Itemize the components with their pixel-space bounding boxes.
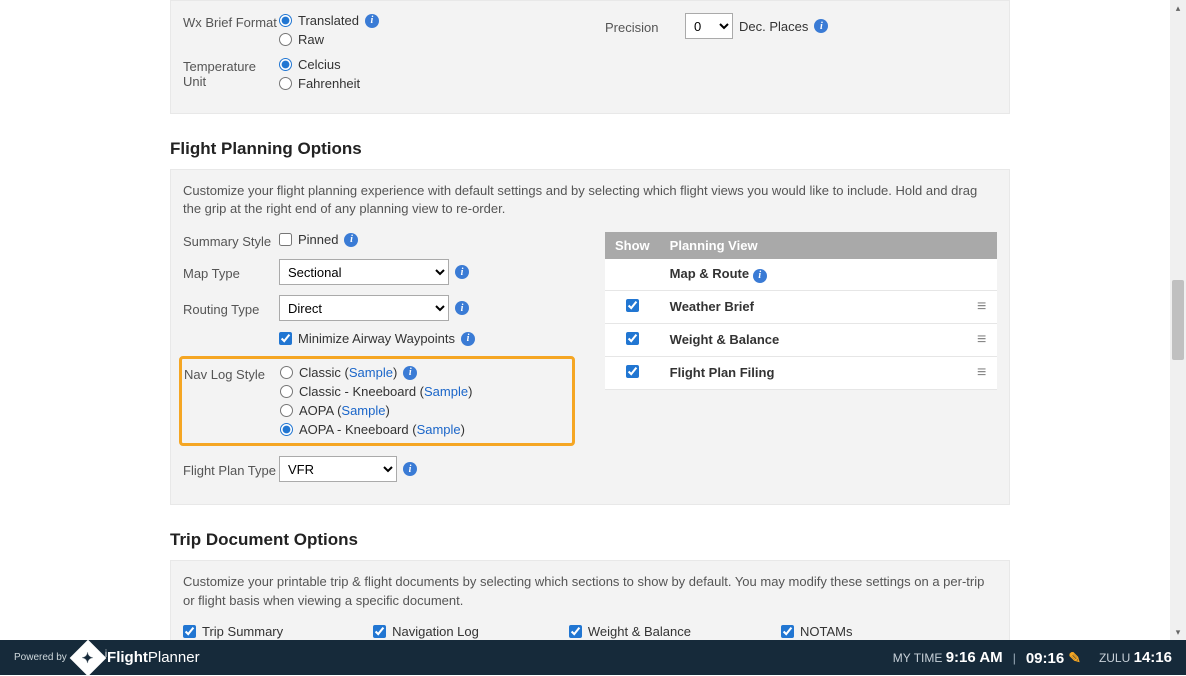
pinned-checkbox[interactable] (279, 233, 292, 246)
display-settings-box: Wx Brief Format Translated i Raw (170, 0, 1010, 114)
nls-classic-kb-radio[interactable] (280, 385, 293, 398)
navigation-log-checkbox[interactable] (373, 625, 386, 638)
temp-celcius-label: Celcius (298, 57, 341, 72)
col-planning-view: Planning View (660, 232, 967, 259)
zulu-value: 14:16 (1134, 649, 1172, 666)
footer-bar: Powered by ✦ iFlightPlanner MY TIME 9:16… (0, 640, 1186, 675)
drag-grip-icon[interactable]: ≡ (977, 298, 984, 315)
col-show: Show (605, 232, 660, 259)
main-scroll-viewport[interactable]: Wx Brief Format Translated i Raw (0, 0, 1170, 640)
info-icon[interactable]: i (461, 332, 475, 346)
scroll-down-arrow-icon[interactable]: ▾ (1170, 624, 1186, 640)
scrollbar-thumb[interactable] (1172, 280, 1184, 360)
temp-fahrenheit-label: Fahrenheit (298, 76, 360, 91)
wx-translated-radio[interactable] (279, 14, 292, 27)
wx-raw-option[interactable]: Raw (279, 32, 379, 47)
table-row: Weather Brief ≡ (605, 290, 997, 323)
flight-planning-box: Customize your flight planning experienc… (170, 169, 1010, 505)
scroll-up-arrow-icon[interactable]: ▴ (1170, 0, 1186, 16)
temp-fahrenheit-option[interactable]: Fahrenheit (279, 76, 360, 91)
notams-checkbox[interactable] (781, 625, 794, 638)
map-type-label: Map Type (183, 264, 279, 281)
nls-aopa-option[interactable]: AOPA (Sample) (280, 403, 472, 418)
table-row: Flight Plan Filing ≡ (605, 356, 997, 389)
info-icon[interactable]: i (403, 462, 417, 476)
show-weight-balance-checkbox[interactable] (626, 332, 639, 345)
table-row: Weight & Balance ≡ (605, 323, 997, 356)
nls-aopa-kb-radio[interactable] (280, 423, 293, 436)
trip-docs-heading: Trip Document Options (170, 530, 1010, 550)
powered-by-label: Powered by (14, 653, 67, 663)
wx-brief-label: Wx Brief Format (183, 13, 279, 30)
sample-link[interactable]: Sample (417, 422, 461, 437)
notams-option[interactable]: NOTAMs (781, 624, 852, 639)
edit-pencil-icon[interactable]: ✎ (1068, 650, 1081, 667)
minimize-waypoints-checkbox[interactable] (279, 332, 292, 345)
nls-classic-kneeboard-option[interactable]: Classic - Kneeboard (Sample) (280, 384, 472, 399)
trip-summary-checkbox[interactable] (183, 625, 196, 638)
iflightplanner-logo[interactable]: ✦ iFlightPlanner (75, 645, 200, 671)
trip-summary-option[interactable]: Trip Summary (183, 624, 283, 639)
summary-style-label: Summary Style (183, 232, 279, 249)
show-flight-plan-filing-checkbox[interactable] (626, 365, 639, 378)
wx-translated-label: Translated (298, 13, 359, 28)
minimize-waypoints-label: Minimize Airway Waypoints (298, 331, 455, 346)
nls-aopa-kneeboard-option[interactable]: AOPA - Kneeboard (Sample) (280, 422, 472, 437)
nav-log-style-highlight: Nav Log Style Classic (Sample) i Classic… (179, 356, 575, 446)
info-icon[interactable]: i (814, 19, 828, 33)
show-weather-brief-checkbox[interactable] (626, 299, 639, 312)
drag-grip-icon[interactable]: ≡ (977, 364, 984, 381)
weight-balance-doc-checkbox[interactable] (569, 625, 582, 638)
pinned-label: Pinned (298, 232, 338, 247)
minimize-waypoints-option[interactable]: Minimize Airway Waypoints i (279, 331, 475, 346)
info-icon[interactable]: i (753, 269, 767, 283)
routing-type-select[interactable]: Direct (279, 295, 449, 321)
nls-classic-option[interactable]: Classic (Sample) i (280, 365, 472, 380)
flight-planning-help: Customize your flight planning experienc… (183, 182, 997, 218)
temperature-label: Temperature Unit (183, 57, 279, 89)
precision-label: Precision (605, 18, 685, 35)
pinned-option[interactable]: Pinned i (279, 232, 358, 247)
wx-translated-option[interactable]: Translated i (279, 13, 379, 28)
mytime-value: 9:16 AM (946, 649, 1003, 666)
drag-grip-icon[interactable]: ≡ (977, 331, 984, 348)
mytime-24h: 09:16 ✎ (1026, 649, 1081, 667)
planning-views-table: Show Planning View Map & Route i (605, 232, 997, 390)
sample-link[interactable]: Sample (349, 365, 393, 380)
precision-suffix: Dec. Places (739, 19, 808, 34)
wx-raw-label: Raw (298, 32, 324, 47)
precision-select[interactable]: 0 (685, 13, 733, 39)
trip-docs-help: Customize your printable trip & flight d… (183, 573, 997, 609)
nav-log-style-label: Nav Log Style (184, 365, 280, 382)
flight-plan-type-select[interactable]: VFR (279, 456, 397, 482)
nls-aopa-radio[interactable] (280, 404, 293, 417)
navigation-log-option[interactable]: Navigation Log (373, 624, 479, 639)
info-icon[interactable]: i (403, 366, 417, 380)
zulu-label: ZULU (1099, 651, 1130, 665)
info-icon[interactable]: i (455, 301, 469, 315)
map-type-select[interactable]: Sectional (279, 259, 449, 285)
info-icon[interactable]: i (344, 233, 358, 247)
nls-classic-radio[interactable] (280, 366, 293, 379)
weight-balance-doc-option[interactable]: Weight & Balance (569, 624, 691, 639)
temp-fahrenheit-radio[interactable] (279, 77, 292, 90)
mytime-label: MY TIME (893, 651, 943, 665)
wx-raw-radio[interactable] (279, 33, 292, 46)
routing-type-label: Routing Type (183, 300, 279, 317)
temp-celcius-option[interactable]: Celcius (279, 57, 360, 72)
temp-celcius-radio[interactable] (279, 58, 292, 71)
logo-diamond-icon: ✦ (69, 639, 106, 676)
table-row: Map & Route i (605, 259, 997, 290)
flight-plan-type-label: Flight Plan Type (183, 461, 279, 478)
sample-link[interactable]: Sample (424, 384, 468, 399)
vertical-scrollbar[interactable]: ▴ ▾ (1170, 0, 1186, 640)
trip-docs-box: Customize your printable trip & flight d… (170, 560, 1010, 640)
sample-link[interactable]: Sample (341, 403, 385, 418)
info-icon[interactable]: i (365, 14, 379, 28)
flight-planning-heading: Flight Planning Options (170, 139, 1010, 159)
info-icon[interactable]: i (455, 265, 469, 279)
